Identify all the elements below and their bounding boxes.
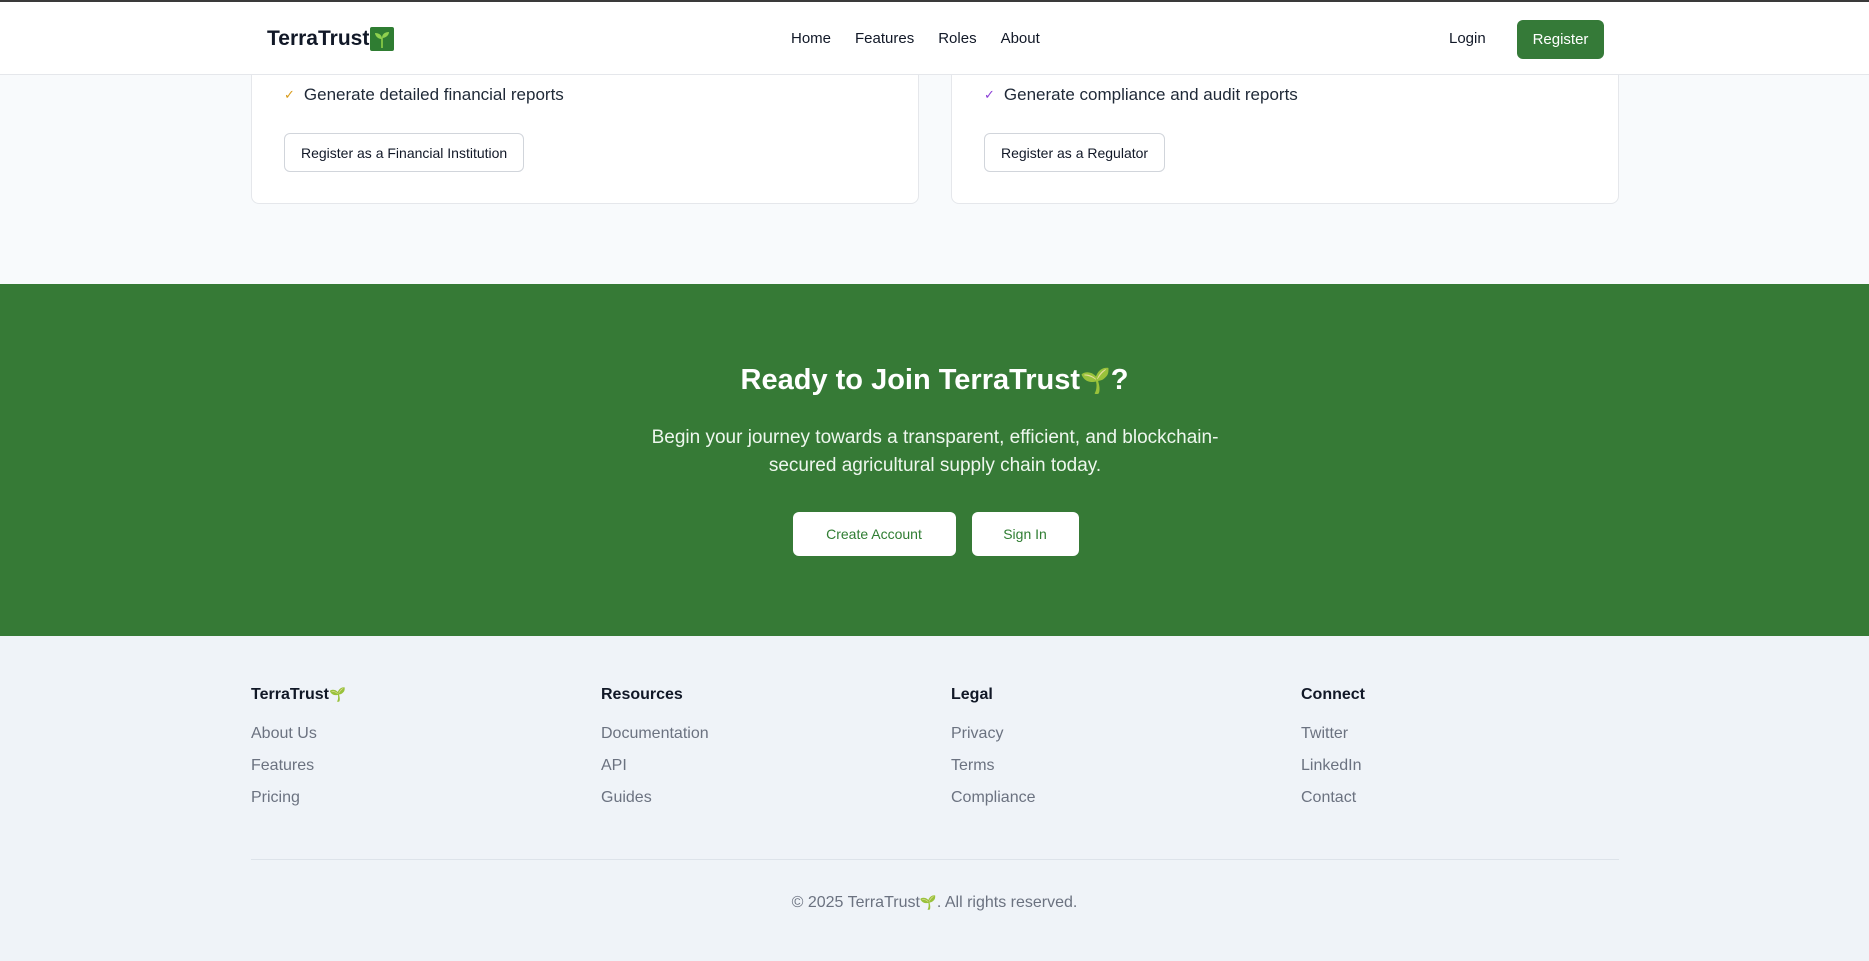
cta-title-suffix: ? — [1110, 364, 1129, 396]
footer-divider — [251, 859, 1619, 860]
footer-heading: Connect — [1301, 686, 1365, 703]
check-icon: ✓ — [284, 87, 295, 102]
footer-link-terms[interactable]: Terms — [951, 750, 1035, 782]
copyright-suffix: . All rights reserved. — [936, 894, 1078, 911]
cta-description: Begin your journey towards a transparent… — [651, 427, 1219, 476]
cta-title: Ready to Join TerraTrust🌱? — [0, 364, 1869, 397]
top-navbar: TerraTrust Home Features Roles About Log… — [0, 0, 1869, 75]
nav-about[interactable]: About — [1001, 30, 1040, 47]
footer-heading: TerraTrust🌱 — [251, 686, 346, 704]
footer-brand-name: TerraTrust — [251, 686, 329, 703]
footer-column-brand: TerraTrust🌱 About Us Features Pricing — [251, 686, 346, 814]
brand-logo[interactable]: TerraTrust — [267, 27, 395, 51]
footer-heading: Resources — [601, 686, 683, 703]
footer-link-api[interactable]: API — [601, 750, 709, 782]
cta-title-text: Ready to Join TerraTrust — [740, 364, 1081, 396]
nav-roles[interactable]: Roles — [938, 30, 976, 47]
brand-name: TerraTrust — [267, 27, 370, 50]
login-link[interactable]: Login — [1449, 30, 1486, 47]
footer-link-about-us[interactable]: About Us — [251, 718, 346, 750]
copyright-prefix: © 2025 TerraTrust — [791, 894, 920, 911]
footer-link-twitter[interactable]: Twitter — [1301, 718, 1365, 750]
feature-text: Generate compliance and audit reports — [1003, 85, 1298, 104]
footer-link-contact[interactable]: Contact — [1301, 782, 1365, 814]
feature-text: Generate detailed financial reports — [303, 85, 564, 104]
sprout-icon: 🌱 — [328, 687, 346, 702]
check-icon: ✓ — [984, 87, 995, 102]
sprout-icon: 🌱 — [919, 895, 937, 910]
footer-link-compliance[interactable]: Compliance — [951, 782, 1035, 814]
nav-features[interactable]: Features — [855, 30, 914, 47]
footer-link-documentation[interactable]: Documentation — [601, 718, 709, 750]
nav-home[interactable]: Home — [791, 30, 831, 47]
feature-item: ✓ Generate detailed financial reports — [284, 85, 564, 105]
footer-link-privacy[interactable]: Privacy — [951, 718, 1035, 750]
footer-column-legal: Legal Privacy Terms Compliance — [951, 686, 1035, 814]
cta-buttons: Create Account Sign In — [0, 512, 1869, 556]
sprout-icon: 🌱 — [1080, 368, 1111, 395]
footer-link-linkedin[interactable]: LinkedIn — [1301, 750, 1365, 782]
footer-link-pricing[interactable]: Pricing — [251, 782, 346, 814]
footer-link-features[interactable]: Features — [251, 750, 346, 782]
register-regulator-button[interactable]: Register as a Regulator — [984, 133, 1166, 172]
copyright: © 2025 TerraTrust🌱. All rights reserved. — [0, 894, 1869, 912]
create-account-button[interactable]: Create Account — [792, 512, 956, 556]
footer-column-connect: Connect Twitter LinkedIn Contact — [1301, 686, 1365, 814]
register-button[interactable]: Register — [1517, 20, 1604, 59]
sprout-icon — [370, 27, 395, 51]
footer-heading: Legal — [951, 686, 993, 703]
register-financial-institution-button[interactable]: Register as a Financial Institution — [284, 133, 525, 172]
sign-in-button[interactable]: Sign In — [971, 512, 1079, 556]
cta-section: Ready to Join TerraTrust🌱? Begin your jo… — [0, 284, 1869, 636]
feature-item: ✓ Generate compliance and audit reports — [984, 85, 1298, 105]
footer: TerraTrust🌱 About Us Features Pricing Re… — [0, 636, 1869, 961]
footer-column-resources: Resources Documentation API Guides — [601, 686, 709, 814]
page: ✓ Generate detailed financial reports Re… — [0, 0, 1869, 961]
footer-link-guides[interactable]: Guides — [601, 782, 709, 814]
main-nav: Home Features Roles About — [791, 30, 1040, 47]
